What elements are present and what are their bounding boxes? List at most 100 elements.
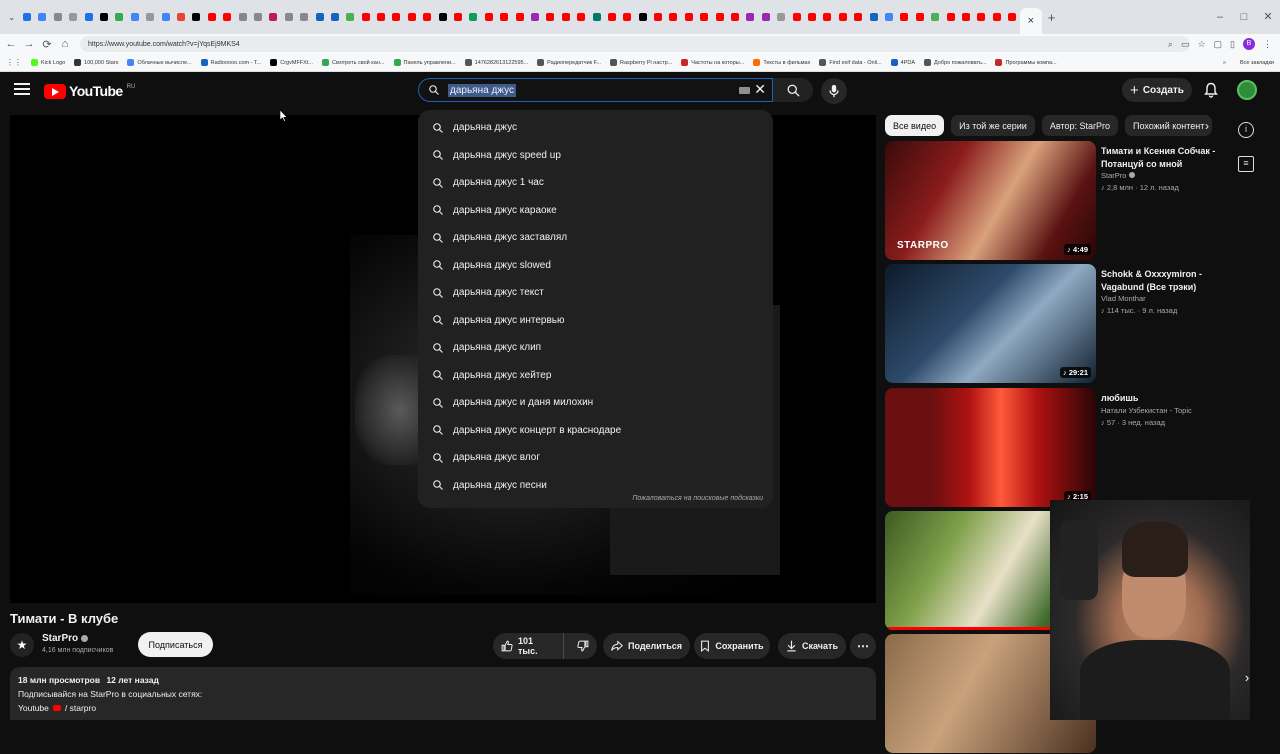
browser-tab[interactable]: [727, 0, 742, 34]
browser-tab[interactable]: [743, 0, 758, 34]
browser-tab[interactable]: [189, 0, 204, 34]
bookmark-item[interactable]: Kick Logo: [31, 59, 65, 66]
bookmarks-overflow[interactable]: »: [1223, 60, 1226, 66]
browser-tab[interactable]: [635, 0, 650, 34]
recommended-channel-name[interactable]: StarPro: [1101, 171, 1135, 180]
apps-icon[interactable]: ⋮⋮: [6, 58, 22, 67]
bookmark-item[interactable]: Облачные вычисле...: [127, 59, 192, 66]
bookmark-item[interactable]: 4PDA: [890, 59, 915, 66]
more-actions-button[interactable]: ⋯: [850, 633, 876, 659]
browser-tab[interactable]: [543, 0, 558, 34]
browser-tab[interactable]: [112, 0, 127, 34]
browser-tab[interactable]: [835, 0, 850, 34]
browser-tab[interactable]: [927, 0, 942, 34]
browser-tab[interactable]: [527, 0, 542, 34]
bookmark-item[interactable]: Смотреть свой кан...: [321, 59, 385, 66]
browser-tab[interactable]: [219, 0, 234, 34]
subscribe-button[interactable]: Подписаться: [138, 632, 213, 657]
browser-tab[interactable]: [296, 0, 311, 34]
browser-tab[interactable]: [50, 0, 65, 34]
clear-search-button[interactable]: ✕: [754, 81, 766, 98]
search-suggestion-item[interactable]: дарьяна джус хейтер: [418, 362, 773, 390]
starpro-link[interactable]: / starpro: [65, 703, 96, 713]
bookmark-item[interactable]: Radiooooo.com - T...: [200, 59, 261, 66]
bookmark-item[interactable]: 1476282613122595...: [464, 59, 528, 66]
all-bookmarks-button[interactable]: » Все закладки: [1223, 54, 1274, 71]
bookmark-item[interactable]: 100,000 Stars: [74, 59, 118, 66]
recommended-video[interactable]: ♪ 29:21 Schokk & Oxxxymiron - Vagabund (В…: [885, 264, 1215, 384]
browser-tab[interactable]: [804, 0, 819, 34]
bookmark-item[interactable]: Программы компа...: [995, 59, 1057, 66]
browser-tab[interactable]: [450, 0, 465, 34]
browser-tab[interactable]: [158, 0, 173, 34]
browser-tab[interactable]: [789, 0, 804, 34]
recommended-video-title[interactable]: Тимати и Ксения Собчак - Потанцуй со мно…: [1101, 145, 1216, 170]
search-suggestion-item[interactable]: дарьяна джус влог: [418, 444, 773, 472]
browser-tab[interactable]: [974, 0, 989, 34]
keyboard-icon[interactable]: [739, 87, 750, 94]
browser-tab[interactable]: [266, 0, 281, 34]
browser-tab[interactable]: [1004, 0, 1019, 34]
browser-tab[interactable]: [173, 0, 188, 34]
bookmark-item[interactable]: Raspberry Pi настр...: [609, 59, 672, 66]
browser-tab[interactable]: [881, 0, 896, 34]
menu-icon[interactable]: [14, 83, 30, 97]
browser-tab[interactable]: [558, 0, 573, 34]
download-button[interactable]: Скачать: [778, 633, 846, 659]
info-icon[interactable]: i: [1238, 122, 1254, 138]
browser-tab[interactable]: [620, 0, 635, 34]
share-button[interactable]: Поделиться: [603, 633, 690, 659]
forward-button[interactable]: →: [20, 38, 38, 50]
browser-tab[interactable]: [989, 0, 1004, 34]
video-thumbnail[interactable]: ♪ 2:15: [885, 388, 1096, 507]
browser-tab[interactable]: [681, 0, 696, 34]
browser-tab[interactable]: [143, 0, 158, 34]
browser-tab[interactable]: [697, 0, 712, 34]
search-suggestion-item[interactable]: дарьяна джус концерт в краснодаре: [418, 417, 773, 445]
browser-tab[interactable]: [758, 0, 773, 34]
search-suggestion-item[interactable]: дарьяна джус клип: [418, 334, 773, 362]
search-suggestion-item[interactable]: дарьяна джус: [418, 114, 773, 142]
browser-tab[interactable]: [866, 0, 881, 34]
minimize-button[interactable]: –: [1208, 0, 1232, 34]
recommended-video-title[interactable]: Schokk & Oxxxymiron - Vagabund (Все трэк…: [1101, 268, 1216, 293]
notifications-bell-icon[interactable]: [1204, 82, 1218, 98]
browser-tab[interactable]: [420, 0, 435, 34]
recommended-channel-name[interactable]: Vlad Monthar: [1101, 294, 1146, 303]
video-thumbnail[interactable]: ♪ 29:21: [885, 264, 1096, 383]
browser-tab[interactable]: [404, 0, 419, 34]
dislike-button[interactable]: [569, 640, 597, 652]
close-window-button[interactable]: ✕: [1256, 0, 1280, 34]
voice-search-button[interactable]: [821, 78, 847, 104]
bookmark-item[interactable]: Добро пожаловать...: [924, 59, 986, 66]
new-tab-button[interactable]: +: [1042, 10, 1062, 25]
browser-tab[interactable]: [466, 0, 481, 34]
browser-tab[interactable]: [573, 0, 588, 34]
browser-tab[interactable]: [35, 0, 50, 34]
channel-avatar[interactable]: ★: [10, 633, 34, 657]
browser-tab[interactable]: [389, 0, 404, 34]
bookmark-item[interactable]: Радиопередатчик F...: [537, 59, 601, 66]
bookmark-item[interactable]: CrgvMFFXt...: [270, 59, 313, 66]
browser-tab[interactable]: [943, 0, 958, 34]
youtube-link[interactable]: Youtube: [18, 703, 49, 713]
browser-menu-icon[interactable]: ⋮: [1263, 39, 1272, 50]
save-button[interactable]: Сохранить: [694, 633, 770, 659]
browser-tab[interactable]: [589, 0, 604, 34]
star-icon[interactable]: ☆: [1197, 39, 1205, 50]
recommended-video[interactable]: ♪ 2:15 любишь Натали Узбекистан - Topic ♪ 5…: [885, 388, 1215, 508]
recommended-video[interactable]: STARPRO ♪ 4:49 Тимати и Ксения Собчак - По…: [885, 141, 1215, 261]
search-input[interactable]: дарьяна джус ✕: [418, 78, 773, 102]
bookmark-item[interactable]: Панель управлени...: [393, 59, 456, 66]
video-thumbnail[interactable]: STARPRO ♪ 4:49: [885, 141, 1096, 260]
search-suggestion-item[interactable]: дарьяна джус текст: [418, 279, 773, 307]
chat-icon[interactable]: ≡: [1238, 156, 1254, 172]
bookmark-item[interactable]: Частоты на которы...: [681, 59, 744, 66]
tab-list-icon[interactable]: ⌄: [4, 0, 19, 34]
zoom-icon[interactable]: ⌕: [1168, 39, 1173, 50]
browser-tab[interactable]: [19, 0, 34, 34]
report-suggestions-link[interactable]: Пожаловаться на поисковые подсказки: [632, 495, 763, 502]
profile-avatar[interactable]: B: [1243, 38, 1255, 50]
back-button[interactable]: ←: [2, 38, 20, 50]
filter-chip[interactable]: Все видео: [885, 115, 945, 136]
